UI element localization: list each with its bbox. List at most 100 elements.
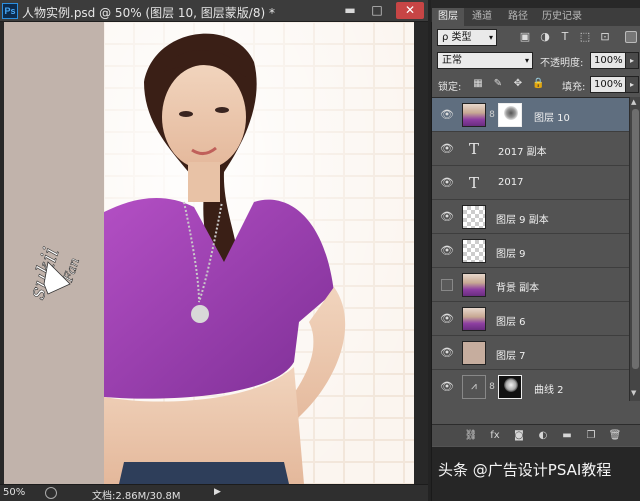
proof-setup-icon[interactable] — [45, 487, 57, 499]
lock-image-pixels-icon[interactable]: ✎ — [492, 78, 504, 90]
layer-row-2017-copy[interactable]: 👁 T 2017 副本 — [432, 132, 629, 166]
status-menu-arrow-icon[interactable]: ▶ — [214, 487, 221, 497]
tab-layers[interactable]: 图层 — [432, 8, 464, 26]
mask-link-icon[interactable]: 8 — [488, 108, 496, 122]
eye-icon[interactable]: 👁 — [440, 108, 454, 122]
layers-scrollbar[interactable]: ▲ ▼ — [629, 97, 640, 401]
left-eye — [179, 111, 193, 117]
lock-label: 锁定: — [438, 82, 462, 93]
blend-mode-value: 正常 — [442, 55, 462, 66]
image-filter-icon[interactable]: ▣ — [518, 30, 532, 44]
new-group-icon[interactable]: ▬ — [560, 429, 574, 443]
lock-position-icon[interactable]: ✥ — [512, 78, 524, 90]
shape-filter-icon[interactable]: ⬚ — [578, 30, 592, 44]
tab-paths[interactable]: 路径 — [502, 8, 534, 26]
adjustment-layer-icon[interactable]: ◐ — [536, 429, 550, 443]
blend-row: 正常 ▾ 不透明度: 100% ▸ — [432, 50, 640, 72]
tab-channels[interactable]: 通道 — [466, 8, 498, 26]
layer-filter-row: ρ 类型 ▾ ▣ ◑ T ⬚ ⊡ — [432, 27, 640, 49]
eye-icon[interactable]: 👁 — [440, 244, 454, 258]
chevron-down-icon: ▾ — [524, 56, 529, 65]
photo-canvas[interactable] — [104, 22, 414, 484]
visibility-toggle-off[interactable] — [441, 279, 453, 291]
layer-name[interactable]: 背景 副本 — [496, 279, 539, 294]
scroll-thumb[interactable] — [632, 109, 639, 369]
mask-shape — [504, 378, 518, 392]
layer-row-layer-7[interactable]: 👁 图层 7 — [432, 336, 629, 370]
portrait-image — [104, 22, 414, 484]
link-layers-icon[interactable]: ⛓ — [464, 429, 478, 443]
fill-input[interactable]: 100% — [590, 76, 626, 93]
jeans — [119, 462, 289, 484]
lock-all-icon[interactable]: 🔒 — [532, 78, 544, 90]
layer-thumbnail — [462, 341, 486, 365]
scroll-up-icon[interactable]: ▲ — [631, 98, 636, 106]
layer-row-layer-10[interactable]: 👁 8 图层 10 — [432, 98, 629, 132]
delete-layer-icon[interactable]: 🗑 — [608, 429, 622, 443]
tab-history[interactable]: 历史记录 — [536, 8, 588, 26]
text-layer-icon: T — [468, 140, 479, 158]
layer-thumbnail — [462, 103, 486, 127]
fill-label: 填充: — [562, 82, 586, 93]
zoom-level[interactable]: 50% — [3, 487, 25, 498]
eye-icon[interactable]: 👁 — [440, 142, 454, 156]
opacity-slider-arrow-icon[interactable]: ▸ — [625, 52, 639, 69]
layer-row-layer-9-copy[interactable]: 👁 图层 9 副本 — [432, 200, 629, 234]
layer-row-layer-9[interactable]: 👁 图层 9 — [432, 234, 629, 268]
layer-row-layer-6[interactable]: 👁 图层 6 — [432, 302, 629, 336]
panel-tabs: 图层 通道 路径 历史记录 — [432, 8, 640, 26]
add-mask-icon[interactable]: ◙ — [512, 429, 526, 443]
watermark-text: 头条 @广告设计PSAI教程 — [438, 461, 612, 479]
lock-transparent-pixels-icon[interactable]: ▦ — [472, 78, 484, 90]
close-button[interactable]: ✕ — [396, 2, 424, 19]
document-size-info: 文档:2.86M/30.8M — [92, 491, 181, 501]
layer-name[interactable]: 2017 副本 — [498, 143, 547, 158]
fill-slider-arrow-icon[interactable]: ▸ — [625, 76, 639, 93]
eye-icon[interactable]: 👁 — [440, 312, 454, 326]
layer-row-2017[interactable]: 👁 T 2017 — [432, 166, 629, 200]
opacity-input[interactable]: 100% — [590, 52, 626, 69]
layer-name[interactable]: 图层 9 — [496, 245, 526, 260]
eye-icon[interactable]: 👁 — [440, 210, 454, 224]
filter-toggle-switch[interactable] — [625, 31, 637, 43]
mask-shape — [504, 106, 518, 120]
layer-kind-filter-select[interactable]: ρ 类型 ▾ — [437, 29, 497, 46]
watermark-bar: 头条 @广告设计PSAI教程 — [432, 447, 640, 501]
layer-name[interactable]: 图层 6 — [496, 313, 526, 328]
layer-style-icon[interactable]: fx — [488, 429, 502, 443]
layer-row-background-copy[interactable]: 背景 副本 — [432, 268, 629, 302]
scroll-down-icon[interactable]: ▼ — [631, 389, 636, 397]
canvas-area[interactable]: sukii Fan — [0, 22, 428, 484]
layer-thumbnail — [462, 273, 486, 297]
mask-link-icon[interactable]: 8 — [488, 380, 496, 394]
document-window: Ps 人物实例.psd @ 50% (图层 10, 图层蒙版/8) * ▬ □ … — [0, 0, 428, 501]
new-layer-icon[interactable]: ❐ — [584, 429, 598, 443]
layer-name[interactable]: 曲线 2 — [534, 381, 564, 396]
layer-name[interactable]: 图层 10 — [534, 109, 570, 124]
photoshop-app-icon: Ps — [2, 3, 18, 19]
document-titlebar[interactable]: Ps 人物实例.psd @ 50% (图层 10, 图层蒙版/8) * ▬ □ … — [0, 0, 428, 22]
eye-icon[interactable]: 👁 — [440, 176, 454, 190]
layer-thumbnail — [462, 307, 486, 331]
layer-mask-thumbnail[interactable] — [498, 103, 522, 127]
layer-row-curves-2[interactable]: 👁 ⩘ 8 曲线 2 — [432, 370, 629, 401]
layer-thumbnail — [462, 239, 486, 263]
eye-icon[interactable]: 👁 — [440, 346, 454, 360]
layer-mask-thumbnail[interactable] — [498, 375, 522, 399]
type-filter-icon[interactable]: T — [558, 30, 572, 44]
layer-thumbnail — [462, 205, 486, 229]
lock-row: 锁定: ▦ ✎ ✥ 🔒 填充: 100% ▸ — [432, 74, 640, 96]
layer-name[interactable]: 图层 9 副本 — [496, 211, 549, 226]
text-layer-icon: T — [468, 174, 479, 192]
smart-object-filter-icon[interactable]: ⊡ — [598, 30, 612, 44]
blend-mode-select[interactable]: 正常 ▾ — [437, 52, 533, 69]
eye-icon[interactable]: 👁 — [440, 380, 454, 394]
minimize-button[interactable]: ▬ — [340, 2, 360, 19]
document-title: 人物实例.psd @ 50% (图层 10, 图层蒙版/8) * — [22, 6, 275, 20]
layers-list: 👁 8 图层 10 👁 T 2017 副本 👁 T 2017 👁 图层 9 副本… — [432, 97, 629, 401]
adjustment-filter-icon[interactable]: ◑ — [538, 30, 552, 44]
layer-name[interactable]: 图层 7 — [496, 347, 526, 362]
maximize-button[interactable]: □ — [367, 2, 387, 19]
right-eye — [215, 107, 229, 113]
layer-name[interactable]: 2017 — [498, 177, 523, 188]
